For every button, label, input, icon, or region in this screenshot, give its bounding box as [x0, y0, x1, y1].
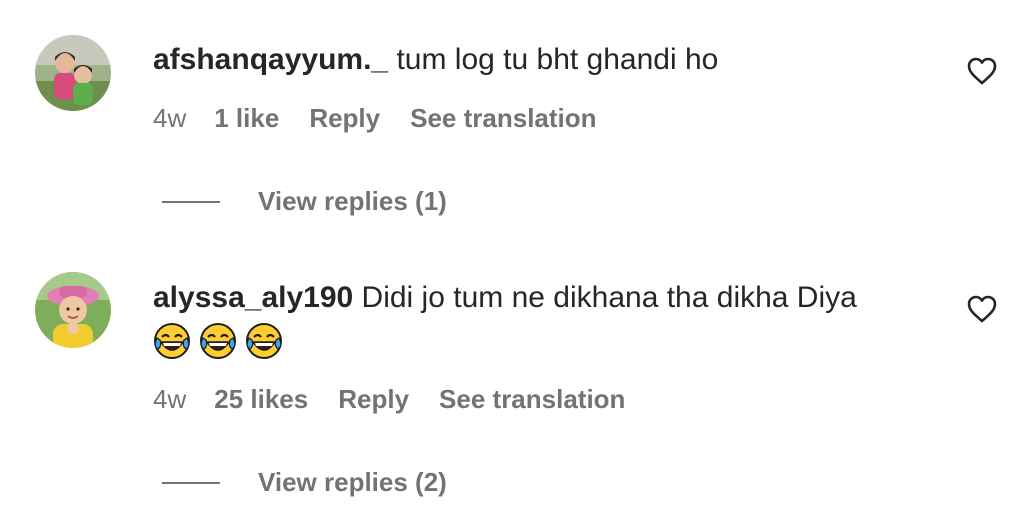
view-replies-label: View replies (2) [258, 467, 447, 497]
replies-divider [162, 481, 220, 484]
emoji-row [153, 322, 283, 360]
reply-button[interactable]: Reply [338, 384, 409, 415]
face-with-tears-of-joy-icon [200, 323, 236, 359]
comment-meta: 4w 25 likes Reply See translation [153, 384, 625, 415]
avatar[interactable] [35, 272, 111, 348]
comment-username[interactable]: alyssa_aly190 [153, 281, 353, 314]
like-heart-icon[interactable] [966, 294, 998, 324]
see-translation-button[interactable]: See translation [439, 384, 625, 415]
comment-item: alyssa_aly190 Didi jo tum ne dikhana tha… [0, 0, 1024, 508]
comment-text: Didi jo tum ne dikhana tha dikha Diya [361, 281, 857, 314]
face-with-tears-of-joy-icon [246, 323, 282, 359]
comment-line: alyssa_aly190 Didi jo tum ne dikhana tha… [153, 280, 857, 316]
comment-time: 4w [153, 384, 187, 414]
comment-likes[interactable]: 25 likes [214, 384, 308, 415]
face-with-tears-of-joy-icon [154, 323, 190, 359]
view-replies-button[interactable]: View replies (2) [162, 467, 447, 498]
avatar-photo-icon [35, 272, 111, 348]
